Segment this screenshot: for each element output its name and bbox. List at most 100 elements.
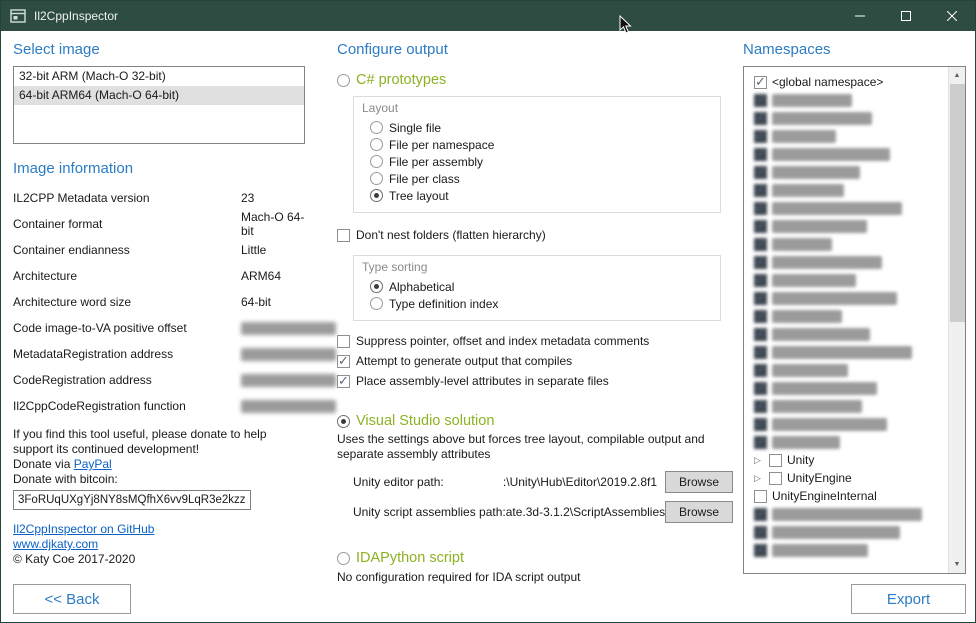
checkbox-row[interactable]: Attempt to generate output that compiles [337,351,733,371]
checkbox[interactable] [754,166,767,179]
browse-button[interactable]: Browse [665,471,733,493]
checkbox[interactable] [337,355,350,368]
tree-item[interactable]: ▷UnityEngine [750,469,943,487]
tree-item[interactable] [750,109,943,127]
checkbox[interactable] [337,229,350,242]
tree-item[interactable] [750,235,943,253]
tree-item[interactable]: ▷Unity [750,451,943,469]
idapython-radio[interactable]: IDAPython script [337,550,733,566]
export-button[interactable]: Export [851,584,966,614]
radio-option[interactable]: Single file [362,119,710,136]
checkbox[interactable] [754,94,767,107]
checkbox[interactable] [754,112,767,125]
namespaces-tree[interactable]: <global namespace>▷Unity▷UnityEngineUnit… [743,66,966,574]
flatten-checkbox-row[interactable]: Don't nest folders (flatten hierarchy) [337,225,733,245]
tree-item[interactable] [750,271,943,289]
checkbox[interactable] [754,418,767,431]
tree-item[interactable] [750,289,943,307]
checkbox[interactable] [754,526,767,539]
radio-button[interactable] [370,138,383,151]
checkbox[interactable] [337,375,350,388]
checkbox[interactable] [769,454,782,467]
checkbox[interactable] [754,364,767,377]
tree-item[interactable] [750,217,943,235]
tree-item[interactable] [750,199,943,217]
checkbox[interactable] [769,472,782,485]
expander-icon[interactable]: ▷ [754,473,764,483]
scrollbar-thumb[interactable] [950,84,965,322]
checkbox[interactable] [754,274,767,287]
tree-item[interactable] [750,541,943,559]
checkbox[interactable] [754,400,767,413]
radio-button[interactable] [337,552,350,565]
radio-button[interactable] [337,415,350,428]
back-button[interactable]: << Back [13,584,131,614]
expander-icon[interactable]: ▷ [754,455,764,465]
checkbox[interactable] [754,328,767,341]
tree-item[interactable] [750,307,943,325]
checkbox[interactable] [754,346,767,359]
radio-option[interactable]: File per class [362,170,710,187]
radio-button[interactable] [337,74,350,87]
radio-option[interactable]: Type definition index [362,295,710,312]
tree-item[interactable] [750,91,943,109]
checkbox[interactable] [754,76,767,89]
image-list-item[interactable]: 32-bit ARM (Mach-O 32-bit) [14,67,304,86]
tree-item[interactable]: <global namespace> [750,73,943,91]
scrollbar[interactable]: ▲ ▼ [948,67,965,573]
tree-item[interactable] [750,325,943,343]
image-list[interactable]: 32-bit ARM (Mach-O 32-bit)64-bit ARM64 (… [13,66,305,144]
tree-item[interactable] [750,145,943,163]
checkbox[interactable] [754,238,767,251]
scroll-up-icon[interactable]: ▲ [949,67,965,84]
tree-item[interactable] [750,415,943,433]
tree-item[interactable] [750,433,943,451]
radio-button[interactable] [370,155,383,168]
radio-button[interactable] [370,189,383,202]
tree-item[interactable] [750,523,943,541]
checkbox[interactable] [754,310,767,323]
checkbox[interactable] [754,544,767,557]
tree-item[interactable] [750,181,943,199]
checkbox[interactable] [754,202,767,215]
website-link[interactable]: www.djkaty.com [13,537,98,551]
radio-option[interactable]: Alphabetical [362,278,710,295]
checkbox[interactable] [754,508,767,521]
maximize-button[interactable] [883,1,929,31]
image-list-item[interactable]: 64-bit ARM64 (Mach-O 64-bit) [14,86,304,105]
tree-item[interactable] [750,505,943,523]
title-bar[interactable]: Il2CppInspector [1,1,975,31]
minimize-button[interactable] [837,1,883,31]
visual-studio-radio[interactable]: Visual Studio solution [337,413,733,429]
tree-item[interactable] [750,253,943,271]
checkbox[interactable] [754,130,767,143]
checkbox[interactable] [754,148,767,161]
tree-item[interactable] [750,379,943,397]
radio-option[interactable]: File per assembly [362,153,710,170]
github-link[interactable]: Il2CppInspector on GitHub [13,522,154,536]
checkbox[interactable] [337,335,350,348]
paypal-link[interactable]: PayPal [74,457,112,471]
checkbox-row[interactable]: Place assembly-level attributes in separ… [337,371,733,391]
checkbox[interactable] [754,490,767,503]
radio-option[interactable]: File per namespace [362,136,710,153]
checkbox[interactable] [754,292,767,305]
radio-option[interactable]: Tree layout [362,187,710,204]
tree-item[interactable] [750,397,943,415]
scroll-down-icon[interactable]: ▼ [949,556,965,573]
radio-button[interactable] [370,121,383,134]
tree-item[interactable] [750,343,943,361]
tree-item[interactable] [750,361,943,379]
checkbox[interactable] [754,220,767,233]
checkbox[interactable] [754,382,767,395]
tree-item[interactable] [750,163,943,181]
checkbox[interactable] [754,184,767,197]
bitcoin-address-input[interactable] [13,490,251,510]
tree-item[interactable] [750,127,943,145]
csharp-prototypes-radio[interactable]: C# prototypes [337,72,733,88]
checkbox[interactable] [754,256,767,269]
browse-button[interactable]: Browse [665,501,733,523]
checkbox[interactable] [754,436,767,449]
radio-button[interactable] [370,172,383,185]
radio-button[interactable] [370,297,383,310]
